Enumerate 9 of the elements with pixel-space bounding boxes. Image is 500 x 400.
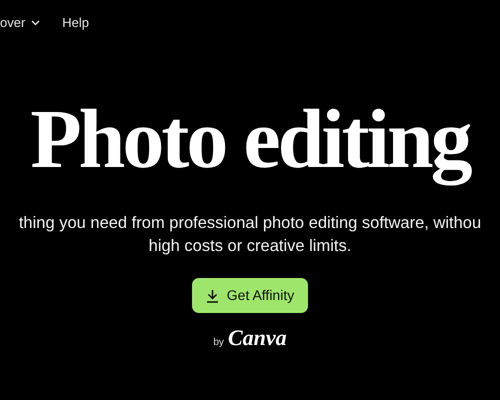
by-label: by xyxy=(213,336,224,350)
brand-logo[interactable]: Canva xyxy=(228,321,287,354)
hero-subtitle: thing you need from professional photo editing software, withou xyxy=(18,213,482,234)
download-icon xyxy=(206,288,219,303)
chevron-down-icon xyxy=(31,20,40,26)
get-app-button[interactable]: Get Affinity xyxy=(192,278,308,314)
nav-link[interactable]: Help xyxy=(62,13,90,33)
hero-subtitle: high costs or creative limits. xyxy=(148,236,352,258)
nav-dropdown[interactable]: over xyxy=(0,13,40,33)
